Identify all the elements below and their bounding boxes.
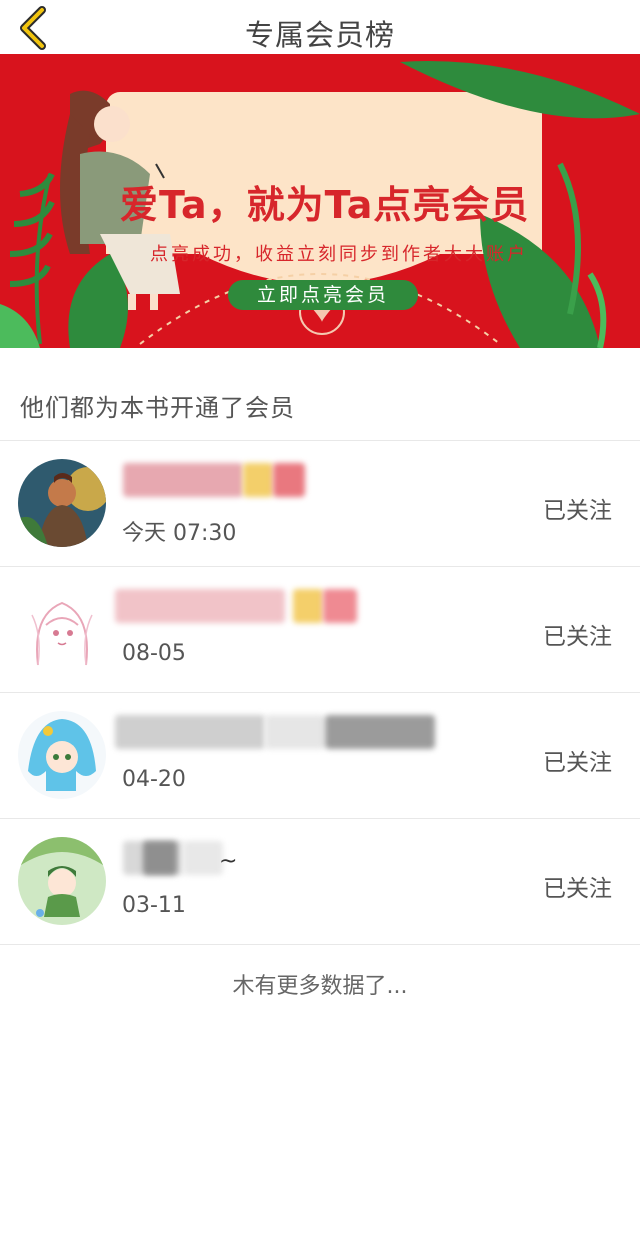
no-more-data-text: 木有更多数据了... [232, 974, 408, 999]
follow-status-button[interactable]: 已关注 [543, 743, 612, 777]
banner-subtitle: 点亮成功，收益立刻同步到作者大大账户 [150, 244, 528, 265]
member-time: 今天 07:30 [122, 521, 237, 546]
member-time: 04-20 [122, 767, 186, 792]
page-title: 专属会员榜 [244, 18, 395, 52]
avatar[interactable] [18, 711, 106, 799]
follow-status-button[interactable]: 已关注 [543, 491, 612, 525]
avatar[interactable] [18, 459, 106, 547]
member-time: 03-11 [122, 893, 186, 918]
list-item[interactable]: 今天 07:30 已关注 [0, 441, 640, 567]
follow-status-button[interactable]: 已关注 [543, 617, 612, 651]
member-name-blurred [115, 589, 375, 629]
header-bar: 专属会员榜 [0, 0, 640, 54]
member-name-blurred: ~ [115, 841, 375, 881]
member-name-blurred [115, 715, 435, 755]
list-item[interactable]: 08-05 已关注 [0, 567, 640, 693]
member-name-blurred [115, 463, 375, 503]
member-time: 08-05 [122, 641, 186, 666]
banner-headline: 爱Ta，就为Ta点亮会员 [120, 183, 530, 227]
list-item[interactable]: 04-20 已关注 [0, 693, 640, 819]
avatar[interactable] [18, 837, 106, 925]
promo-banner[interactable]: 爱Ta，就为Ta点亮会员 点亮成功，收益立刻同步到作者大大账户 立即点亮会员 [0, 54, 640, 348]
follow-status-button[interactable]: 已关注 [543, 869, 612, 903]
avatar[interactable] [18, 585, 106, 673]
member-list: 今天 07:30 已关注 08-05 已关注 04-20 已关注 ~ 03-11… [0, 441, 640, 945]
light-up-membership-button[interactable]: 立即点亮会员 [228, 280, 418, 310]
section-title: 他们都为本书开通了会员 [20, 394, 295, 422]
list-item[interactable]: ~ 03-11 已关注 [0, 819, 640, 945]
